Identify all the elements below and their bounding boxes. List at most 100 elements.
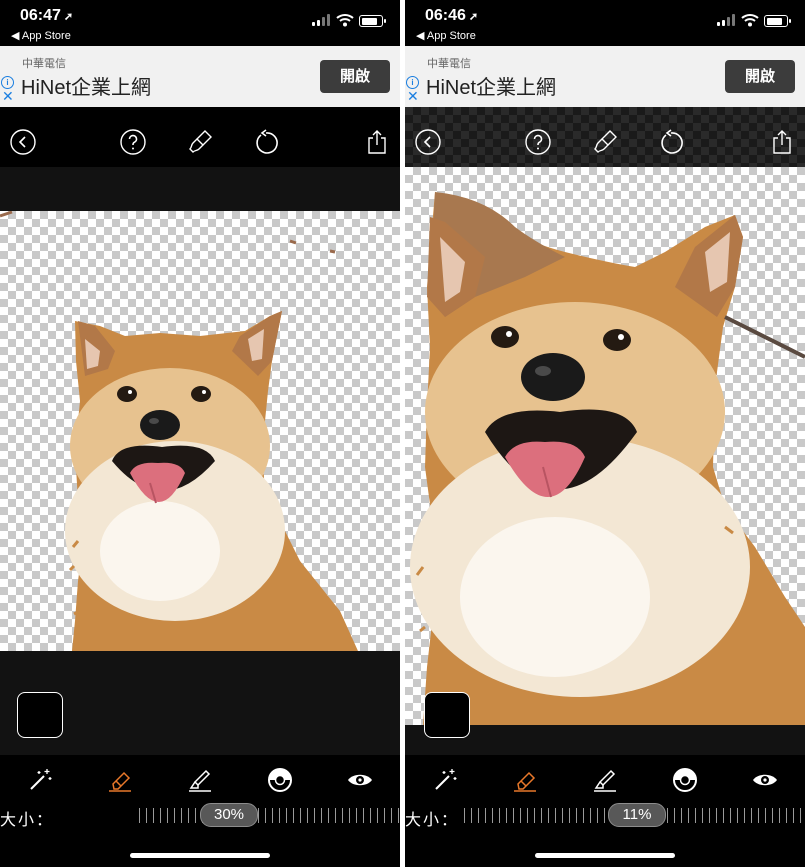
ad-close-icon[interactable]: ✕ — [407, 89, 419, 103]
help-icon[interactable] — [525, 129, 551, 155]
back-to-app-store-link[interactable]: ◀ App Store — [11, 29, 71, 42]
slider-tick — [548, 808, 550, 823]
slider-tick — [604, 808, 606, 823]
eraser-icon[interactable] — [107, 767, 133, 793]
slider-tick — [751, 808, 753, 823]
clock: 06:47 — [20, 7, 61, 24]
color-swatch[interactable] — [424, 692, 470, 738]
ad-banner[interactable]: 中華電信 HiNet企業上網 i ✕ 開啟 — [405, 46, 805, 107]
brush-icon[interactable] — [592, 129, 618, 155]
slider-tick — [370, 808, 372, 823]
slider-tick — [674, 808, 676, 823]
slider-tick — [160, 808, 162, 823]
slider-tick — [349, 808, 351, 823]
undo-icon[interactable] — [253, 129, 279, 155]
restore-brush-icon[interactable] — [187, 767, 213, 793]
size-value: 11% — [608, 803, 666, 827]
slider-tick — [716, 808, 718, 823]
brush-icon[interactable] — [187, 129, 213, 155]
cellular-signal-icon — [717, 14, 737, 26]
slider-tick — [139, 808, 141, 823]
slider-tick — [730, 808, 732, 823]
ad-title: HiNet企業上網 — [21, 77, 152, 99]
slider-tick — [146, 808, 148, 823]
location-icon: ➚ — [468, 11, 479, 23]
lasso-icon[interactable] — [267, 767, 293, 793]
slider-tick — [744, 808, 746, 823]
slider-tick — [377, 808, 379, 823]
undo-icon[interactable] — [658, 129, 684, 155]
slider-tick — [265, 808, 267, 823]
slider-tick — [562, 808, 564, 823]
slider-tick — [758, 808, 760, 823]
color-swatch[interactable] — [17, 692, 63, 738]
screen-right: 06:46 ➚ ◀ App Store 中華電信 HiNet企業上網 i ✕ 開啟 — [405, 0, 805, 867]
back-icon[interactable] — [10, 129, 36, 155]
slider-tick — [286, 808, 288, 823]
slider-tick — [737, 808, 739, 823]
slider-tick — [195, 808, 197, 823]
wifi-icon — [741, 14, 759, 27]
slider-tick — [363, 808, 365, 823]
photo-canvas[interactable] — [405, 167, 805, 725]
screen-left: 06:47 ➚ ◀ App Store 中華電信 HiNet企業上網 i ✕ 開啟 — [0, 0, 400, 867]
slider-tick — [793, 808, 795, 823]
slider-tick — [335, 808, 337, 823]
top-toolbar — [0, 107, 400, 167]
ad-open-button[interactable]: 開啟 — [725, 60, 795, 93]
eraser-icon[interactable] — [512, 767, 538, 793]
slider-tick — [492, 808, 494, 823]
slider-tick — [779, 808, 781, 823]
cutout-dog-image — [410, 192, 805, 725]
ad-open-button[interactable]: 開啟 — [320, 60, 390, 93]
slider-tick — [300, 808, 302, 823]
battery-icon — [764, 15, 791, 27]
slider-tick — [485, 808, 487, 823]
back-to-app-store-link[interactable]: ◀ App Store — [416, 29, 476, 42]
home-indicator — [535, 853, 675, 858]
slider-tick — [258, 808, 260, 823]
lasso-icon[interactable] — [672, 767, 698, 793]
status-bar: 06:47 ➚ ◀ App Store — [0, 0, 400, 46]
top-toolbar — [405, 107, 805, 167]
slider-tick — [174, 808, 176, 823]
slider-tick — [527, 808, 529, 823]
preview-eye-icon[interactable] — [347, 767, 373, 793]
ad-banner[interactable]: 中華電信 HiNet企業上網 i ✕ 開啟 — [0, 46, 400, 107]
slider-tick — [555, 808, 557, 823]
slider-tick — [688, 808, 690, 823]
preview-eye-icon[interactable] — [752, 767, 778, 793]
status-bar: 06:46 ➚ ◀ App Store — [405, 0, 805, 46]
slider-tick — [786, 808, 788, 823]
ad-title: HiNet企業上網 — [426, 77, 557, 99]
magic-wand-icon[interactable] — [27, 767, 53, 793]
slider-tick — [772, 808, 774, 823]
share-icon[interactable] — [769, 129, 795, 155]
ad-close-icon[interactable]: ✕ — [2, 89, 14, 103]
help-icon[interactable] — [120, 129, 146, 155]
location-icon: ➚ — [63, 11, 74, 23]
slider-tick — [293, 808, 295, 823]
size-slider[interactable] — [135, 806, 400, 826]
magic-wand-icon[interactable] — [432, 767, 458, 793]
slider-tick — [541, 808, 543, 823]
slider-tick — [667, 808, 669, 823]
size-label: 大小： — [405, 812, 460, 829]
ad-sponsor: 中華電信 — [22, 58, 66, 70]
back-icon[interactable] — [415, 129, 441, 155]
tool-bar — [405, 755, 805, 805]
slider-tick — [384, 808, 386, 823]
slider-tick — [723, 808, 725, 823]
slider-tick — [499, 808, 501, 823]
restore-brush-icon[interactable] — [592, 767, 618, 793]
slider-tick — [681, 808, 683, 823]
share-icon[interactable] — [364, 129, 390, 155]
battery-icon — [359, 15, 386, 27]
slider-tick — [513, 808, 515, 823]
slider-tick — [153, 808, 155, 823]
slider-tick — [709, 808, 711, 823]
slider-tick — [520, 808, 522, 823]
photo-canvas[interactable] — [0, 211, 400, 651]
slider-tick — [800, 808, 802, 823]
home-indicator — [130, 853, 270, 858]
